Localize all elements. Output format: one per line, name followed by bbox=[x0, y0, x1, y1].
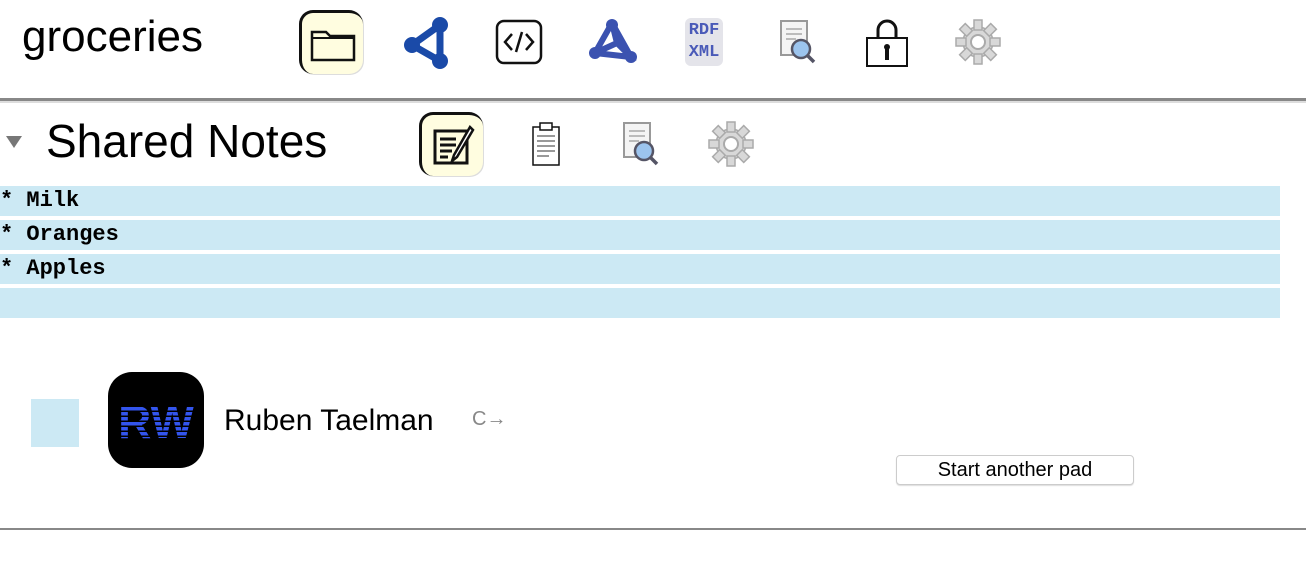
pad-title: groceries bbox=[22, 12, 203, 61]
start-another-pad-button[interactable]: Start another pad bbox=[896, 455, 1134, 485]
collapse-triangle-icon[interactable] bbox=[6, 136, 22, 148]
rdf-xml-icon[interactable]: RDF XML bbox=[672, 10, 736, 74]
network-icon[interactable] bbox=[395, 10, 459, 74]
note-line[interactable]: * Milk bbox=[0, 186, 1280, 216]
gear-icon[interactable] bbox=[699, 112, 763, 176]
note-line[interactable] bbox=[0, 288, 1280, 318]
user-color-swatch bbox=[31, 399, 79, 447]
edit-icon[interactable] bbox=[419, 112, 483, 176]
logout-icon[interactable]: C→ bbox=[472, 408, 506, 431]
user-name: Ruben Taelman bbox=[224, 404, 434, 437]
header-divider-shadow bbox=[0, 101, 1306, 103]
footer-divider bbox=[0, 528, 1306, 530]
code-icon[interactable] bbox=[487, 10, 551, 74]
gear-icon[interactable] bbox=[946, 10, 1010, 74]
xml-label: XML bbox=[688, 43, 720, 62]
search-document-icon[interactable] bbox=[608, 112, 672, 176]
note-line[interactable]: * Apples bbox=[0, 254, 1280, 284]
graph-icon[interactable] bbox=[580, 10, 644, 74]
avatar: RW bbox=[108, 372, 204, 468]
rdf-label: RDF bbox=[688, 21, 720, 40]
note-line[interactable]: * Oranges bbox=[0, 220, 1280, 250]
search-document-icon[interactable] bbox=[765, 10, 829, 74]
lock-icon[interactable] bbox=[855, 10, 919, 74]
folder-icon[interactable] bbox=[299, 10, 363, 74]
clipboard-icon[interactable] bbox=[514, 112, 578, 176]
section-title: Shared Notes bbox=[46, 115, 328, 167]
avatar-initials: RW bbox=[118, 396, 194, 448]
